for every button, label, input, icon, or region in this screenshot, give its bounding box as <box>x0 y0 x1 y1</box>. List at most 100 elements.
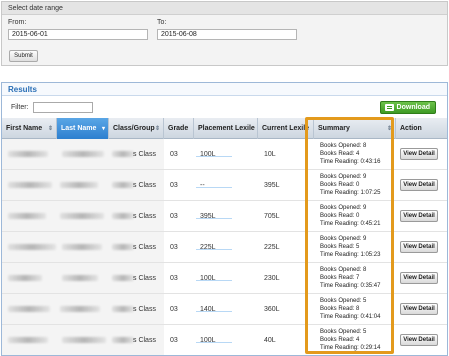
download-label: Download <box>396 104 430 111</box>
view-detail-button[interactable]: View Detail <box>400 241 438 253</box>
view-detail-button[interactable]: View Detail <box>400 272 438 284</box>
summary-cell: Books Opened: 8 Books Read: 4 Time Reading… <box>318 139 394 170</box>
summary-cell: Books Opened: 9 Books Read: 0 Time Reading… <box>318 201 394 232</box>
redacted-first-name <box>8 275 42 281</box>
col-summary[interactable]: Summary ⇕ <box>314 118 396 139</box>
to-label: To: <box>157 19 167 26</box>
class-cell: s Class <box>133 306 156 313</box>
current-lexile-cell: 40L <box>264 337 276 344</box>
books-opened: Books Opened: 8 <box>320 143 367 149</box>
sort-icon: ⇕ <box>47 126 53 132</box>
current-lexile-cell: 360L <box>264 306 280 313</box>
to-date-input[interactable] <box>157 29 297 40</box>
class-cell: s Class <box>133 244 156 251</box>
sort-icon: ⇕ <box>154 126 160 132</box>
redacted-last-name <box>62 337 106 343</box>
books-opened: Books Opened: 9 <box>320 236 367 242</box>
redacted-last-name <box>62 275 98 281</box>
col-first-name[interactable]: First Name ⇕ <box>2 118 57 139</box>
table-header: First Name ⇕ Last Name ▾ Class/Group ⇕ G… <box>2 118 447 139</box>
summary-cell: Books Opened: 5 Books Read: 4 Time Reading… <box>318 325 394 355</box>
redacted-first-name <box>8 213 46 219</box>
col-grade[interactable]: Grade <box>164 118 194 139</box>
books-opened: Books Opened: 9 <box>320 205 367 211</box>
books-read: Books Read: 7 <box>320 275 360 281</box>
time-reading: Time Reading: 0:45:21 <box>320 221 381 227</box>
col-current-lexile[interactable]: Current Lexile <box>258 118 314 139</box>
table-row: s Class 03 395L 705L Books Opened: 9 Books Re… <box>2 201 447 232</box>
download-button[interactable]: Download <box>380 101 436 114</box>
books-opened: Books Opened: 5 <box>320 298 367 304</box>
col-last-name[interactable]: Last Name ▾ <box>57 118 109 139</box>
redacted-first-name <box>8 337 48 343</box>
time-reading: Time Reading: 0:43:16 <box>320 159 381 165</box>
results-panel: Results Filter: Download First Name ⇕ La… <box>1 82 448 356</box>
class-cell: s Class <box>133 275 156 282</box>
view-detail-button[interactable]: View Detail <box>400 334 438 346</box>
spreadsheet-icon <box>385 104 394 111</box>
table-row: s Class 03 100L 230L Books Opened: 8 Books Re… <box>2 263 447 294</box>
table-row: s Class 03 140L 360L Books Opened: 5 Books Re… <box>2 294 447 325</box>
filter-row: Filter: Download <box>2 98 447 118</box>
placement-lexile-cell: 225L <box>200 244 216 251</box>
books-read: Books Read: 4 <box>320 337 360 343</box>
class-cell: s Class <box>133 151 156 158</box>
summary-cell: Books Opened: 5 Books Read: 8 Time Reading… <box>318 294 394 325</box>
table-row: s Class 03 -- 395L Books Opened: 9 Books Read… <box>2 170 447 201</box>
view-detail-button[interactable]: View Detail <box>400 210 438 222</box>
class-cell: s Class <box>133 337 156 344</box>
view-detail-button[interactable]: View Detail <box>400 148 438 160</box>
time-reading: Time Reading: 0:35:47 <box>320 283 381 289</box>
row-underline <box>196 218 232 219</box>
books-read: Books Read: 0 <box>320 182 360 188</box>
view-detail-button[interactable]: View Detail <box>400 303 438 315</box>
col-class-group[interactable]: Class/Group ⇕ <box>109 118 164 139</box>
placement-lexile-cell: 100L <box>200 275 216 282</box>
filter-input[interactable] <box>33 102 93 113</box>
from-date-input[interactable] <box>8 29 148 40</box>
redacted-last-name <box>60 182 98 188</box>
current-lexile-cell: 230L <box>264 275 280 282</box>
books-opened: Books Opened: 8 <box>320 267 367 273</box>
grade-cell: 03 <box>170 244 178 251</box>
redacted-first-name <box>8 244 56 250</box>
placement-lexile-cell: 395L <box>200 213 216 220</box>
placement-lexile-cell: 140L <box>200 306 216 313</box>
row-underline <box>196 156 232 157</box>
books-opened: Books Opened: 5 <box>320 329 367 335</box>
sort-asc-icon: ▾ <box>101 126 105 132</box>
summary-cell: Books Opened: 9 Books Read: 5 Time Reading… <box>318 232 394 263</box>
submit-button[interactable]: Submit <box>9 50 38 62</box>
redacted-last-name <box>60 306 100 312</box>
table-row: s Class 03 100L 10L Books Opened: 8 Books Rea… <box>2 139 447 170</box>
sort-icon: ⇕ <box>386 126 392 132</box>
row-underline <box>196 187 232 188</box>
class-cell: s Class <box>133 182 156 189</box>
current-lexile-cell: 10L <box>264 151 276 158</box>
table-row: s Class 03 225L 225L Books Opened: 9 Books Re… <box>2 232 447 263</box>
time-reading: Time Reading: 0:41:04 <box>320 314 381 320</box>
current-lexile-cell: 705L <box>264 213 280 220</box>
redacted-first-name <box>8 151 48 157</box>
summary-cell: Books Opened: 8 Books Read: 7 Time Reading… <box>318 263 394 294</box>
col-placement-lexile[interactable]: Placement Lexile <box>194 118 258 139</box>
results-title: Results <box>2 83 447 96</box>
redacted-last-name <box>60 213 104 219</box>
grade-cell: 03 <box>170 306 178 313</box>
class-cell: s Class <box>133 213 156 220</box>
grade-cell: 03 <box>170 151 178 158</box>
books-read: Books Read: 4 <box>320 151 360 157</box>
redacted-first-name <box>8 182 52 188</box>
col-action: Action <box>400 125 422 132</box>
grade-cell: 03 <box>170 213 178 220</box>
view-detail-button[interactable]: View Detail <box>400 179 438 191</box>
placement-lexile-cell: 100L <box>200 337 216 344</box>
table-row: s Class 03 100L 40L Books Opened: 5 Books Rea… <box>2 325 447 355</box>
row-underline <box>196 342 232 343</box>
from-label: From: <box>8 19 27 26</box>
grade-cell: 03 <box>170 275 178 282</box>
row-underline <box>196 280 232 281</box>
redacted-first-name <box>8 306 50 312</box>
books-read: Books Read: 5 <box>320 244 360 250</box>
placement-lexile-cell: -- <box>200 182 205 189</box>
